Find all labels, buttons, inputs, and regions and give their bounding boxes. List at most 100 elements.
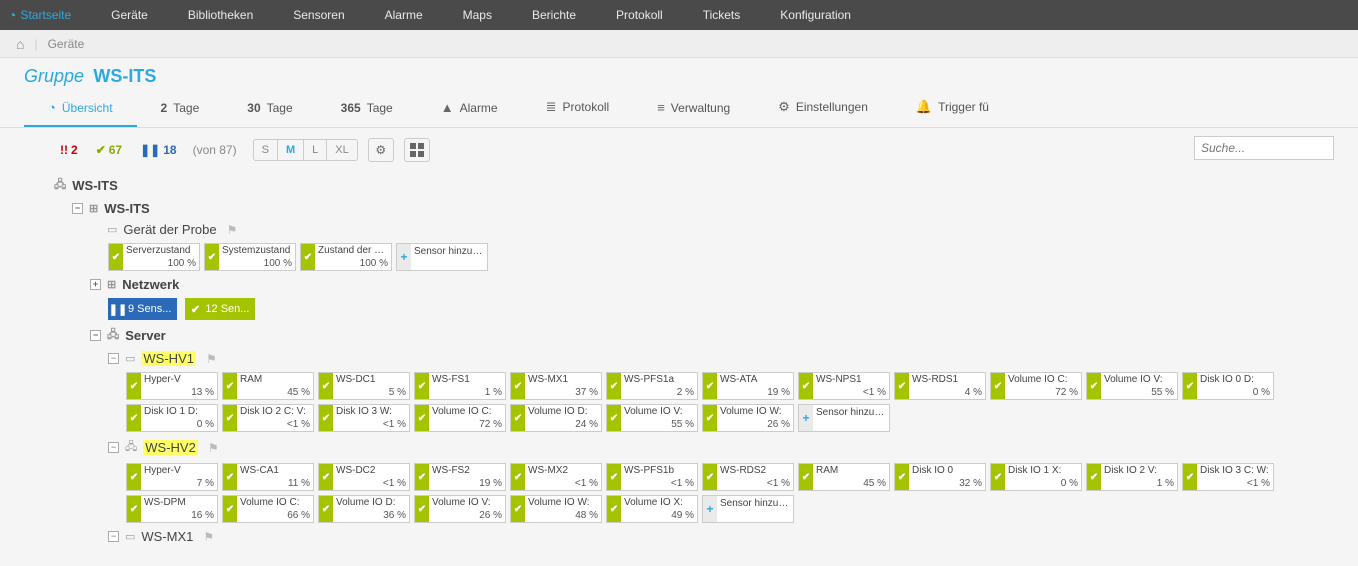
tab-alarms[interactable]: ▲ Alarme <box>417 90 522 127</box>
sensor-tile[interactable]: ✔Disk IO 032 % <box>894 463 986 491</box>
tab-trigger[interactable]: 🔔 Trigger fü <box>892 89 1013 127</box>
tree-probe-device[interactable]: ▭ Gerät der Probe ⚑ <box>90 220 1334 239</box>
sensor-tile[interactable]: ✔Disk IO 1 D:0 % <box>126 404 218 432</box>
size-l[interactable]: L <box>304 140 327 160</box>
size-xl[interactable]: XL <box>327 140 356 160</box>
toolbar: !! 2 ✔ 67 ❚❚ 18 (von 87) S M L XL ⚙ <box>0 128 1358 172</box>
sensor-tile[interactable]: ✔Disk IO 2 V:1 % <box>1086 463 1178 491</box>
expand-icon[interactable]: + <box>90 279 101 290</box>
tab-2days[interactable]: 2 Tage <box>137 91 224 127</box>
sensor-tile[interactable]: ✔Volume IO X:49 % <box>606 495 698 523</box>
collapse-icon[interactable]: − <box>72 203 83 214</box>
sensor-tile[interactable]: ✔Volume IO C:66 % <box>222 495 314 523</box>
search-input[interactable] <box>1194 136 1334 160</box>
nav-devices[interactable]: Geräte <box>91 0 168 30</box>
sensor-tile[interactable]: ✔WS-NPS1<1 % <box>798 372 890 400</box>
sensor-tile[interactable]: ✔WS-RDS14 % <box>894 372 986 400</box>
sensor-tile[interactable]: ✔Volume IO V:55 % <box>606 404 698 432</box>
sensor-tile[interactable]: ✔WS-MX2<1 % <box>510 463 602 491</box>
tab-overview[interactable]: ◔ Übersicht <box>24 90 137 127</box>
sensor-tile[interactable]: ✔Hyper-V7 % <box>126 463 218 491</box>
nav-protocol[interactable]: Protokoll <box>596 0 683 30</box>
flag-icon[interactable]: ⚑ <box>206 352 217 366</box>
tab-admin[interactable]: ≡ Verwaltung <box>633 90 754 127</box>
tree-ws-mx1[interactable]: − ▭ WS-MX1 ⚑ <box>108 527 1334 546</box>
sensor-tile[interactable]: ✔WS-FS11 % <box>414 372 506 400</box>
sensor-tile[interactable]: ✔Disk IO 3 W:<1 % <box>318 404 410 432</box>
flag-icon[interactable]: ⚑ <box>203 530 214 544</box>
sensor-tile[interactable]: ✔Volume IO D:36 % <box>318 495 410 523</box>
sensor-tile[interactable]: ✔Disk IO 0 D:0 % <box>1182 372 1274 400</box>
nav-sensors[interactable]: Sensoren <box>273 0 364 30</box>
sensor-tile[interactable]: ✔WS-PFS1a2 % <box>606 372 698 400</box>
tree-probe-group[interactable]: − ⊞ WS-ITS <box>72 199 1334 218</box>
sensor-tile[interactable]: ✔WS-PFS1b<1 % <box>606 463 698 491</box>
error-icon: !! <box>60 143 68 157</box>
sensor-tile[interactable]: ✔WS-RDS2<1 % <box>702 463 794 491</box>
sensor-tile[interactable]: ✔Volume IO C:72 % <box>990 372 1082 400</box>
tiles-view-button[interactable] <box>404 138 430 162</box>
sensor-tile[interactable]: ✔WS-FS219 % <box>414 463 506 491</box>
network-paused-chip[interactable]: ❚❚ 9 Sens... <box>108 298 177 320</box>
tab-30days[interactable]: 30 Tage <box>223 91 316 127</box>
collapse-icon[interactable]: − <box>90 330 101 341</box>
size-m[interactable]: M <box>278 140 304 160</box>
sensor-tile[interactable]: ✔RAM45 % <box>798 463 890 491</box>
sensor-tile[interactable]: ✔Zustand der Pr...100 % <box>300 243 392 271</box>
count-error[interactable]: !! 2 <box>54 141 84 159</box>
sensor-tile[interactable]: ✔Volume IO V:26 % <box>414 495 506 523</box>
tree-ws-hv1[interactable]: − ▭ WS-HV1 ⚑ <box>108 349 1334 368</box>
add-sensor-button[interactable]: +Sensor hinzufügen <box>798 404 890 432</box>
add-sensor-button[interactable]: +Sensor hinzufügen <box>702 495 794 523</box>
sensor-tile[interactable]: ✔Volume IO V:55 % <box>1086 372 1178 400</box>
sensor-tile[interactable]: ✔Volume IO W:48 % <box>510 495 602 523</box>
tree-server[interactable]: − 🖧 Server <box>90 324 1334 347</box>
home-link[interactable]: ◔ Startseite <box>8 7 71 23</box>
nav-reports[interactable]: Berichte <box>512 0 596 30</box>
settings-button[interactable]: ⚙ <box>368 138 394 162</box>
sensor-tile[interactable]: ✔Systemzustand100 % <box>204 243 296 271</box>
sensor-tile[interactable]: ✔Hyper-V13 % <box>126 372 218 400</box>
tree-probe-device-label: Gerät der Probe <box>123 222 216 237</box>
sensor-tile[interactable]: ✔Volume IO W:26 % <box>702 404 794 432</box>
tree-root[interactable]: 🖧 WS-ITS <box>54 174 1334 197</box>
flag-icon[interactable]: ⚑ <box>208 441 219 455</box>
nav-alarms[interactable]: Alarme <box>365 0 443 30</box>
check-icon: ✔ <box>127 464 141 490</box>
add-sensor-button[interactable]: +Sensor hinzufügen <box>396 243 488 271</box>
tab-365days[interactable]: 365 Tage <box>317 91 417 127</box>
sensor-tile[interactable]: ✔Serverzustand100 % <box>108 243 200 271</box>
nav-libraries[interactable]: Bibliotheken <box>168 0 273 30</box>
sensor-tile[interactable]: ✔WS-ATA19 % <box>702 372 794 400</box>
bc-devices[interactable]: Geräte <box>40 37 93 51</box>
nav-tickets[interactable]: Tickets <box>683 0 761 30</box>
collapse-icon[interactable]: − <box>108 442 119 453</box>
sensor-tile[interactable]: ✔WS-DC2<1 % <box>318 463 410 491</box>
home-icon[interactable]: ⌂ <box>8 36 32 52</box>
sensor-tile[interactable]: ✔WS-DC15 % <box>318 372 410 400</box>
sensor-tile[interactable]: ✔WS-DPM16 % <box>126 495 218 523</box>
sensor-tile[interactable]: ✔Disk IO 1 X:0 % <box>990 463 1082 491</box>
check-icon: ✔ <box>415 464 429 490</box>
size-s[interactable]: S <box>254 140 278 160</box>
sensor-tile[interactable]: ✔Disk IO 2 C: V:<1 % <box>222 404 314 432</box>
tab-settings[interactable]: ⚙ Einstellungen <box>754 89 892 127</box>
sensor-tile[interactable]: ✔Volume IO C:72 % <box>414 404 506 432</box>
count-pause[interactable]: ❚❚ 18 <box>134 141 182 159</box>
nav-config[interactable]: Konfiguration <box>760 0 871 30</box>
count-ok[interactable]: ✔ 67 <box>90 141 128 159</box>
flag-icon[interactable]: ⚑ <box>227 223 238 237</box>
nav-maps[interactable]: Maps <box>443 0 512 30</box>
tree-network[interactable]: + ⊞ Netzwerk <box>90 275 1334 294</box>
sensor-tile[interactable]: ✔Disk IO 3 C: W:<1 % <box>1182 463 1274 491</box>
collapse-icon[interactable]: − <box>108 531 119 542</box>
sensor-tile[interactable]: ✔WS-CA111 % <box>222 463 314 491</box>
tree-ws-hv2[interactable]: − 🖧 WS-HV2 ⚑ <box>108 436 1334 459</box>
collapse-icon[interactable]: − <box>108 353 119 364</box>
sensor-value: <1 % <box>863 387 886 398</box>
sensor-tile[interactable]: ✔WS-MX137 % <box>510 372 602 400</box>
tab-protocol[interactable]: ≣ Protokoll <box>522 89 634 127</box>
sensor-tile[interactable]: ✔RAM45 % <box>222 372 314 400</box>
sensor-tile[interactable]: ✔Volume IO D:24 % <box>510 404 602 432</box>
network-ok-chip[interactable]: ✔ 12 Sen... <box>185 298 255 320</box>
